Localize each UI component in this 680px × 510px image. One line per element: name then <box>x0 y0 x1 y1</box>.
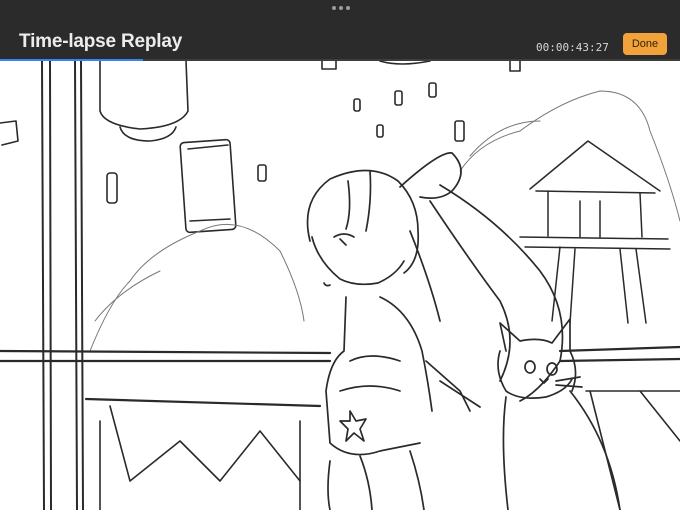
sketch-artwork <box>0 61 680 510</box>
replay-toolbar: Time-lapse Replay 00:00:43:27 Done <box>0 0 680 61</box>
elapsed-time: 00:00:43:27 <box>536 41 609 54</box>
pavilion <box>519 140 671 324</box>
character-girl <box>306 152 564 510</box>
lamp-post <box>41 61 84 510</box>
replay-title: Time-lapse Replay <box>19 31 183 52</box>
background-foliage <box>89 90 680 352</box>
character-cat <box>497 318 621 510</box>
hanging-lanterns <box>0 61 521 234</box>
fence <box>99 390 680 510</box>
more-dots-icon[interactable] <box>332 6 350 10</box>
artwork-canvas[interactable] <box>0 61 680 510</box>
done-button[interactable]: Done <box>623 33 667 55</box>
